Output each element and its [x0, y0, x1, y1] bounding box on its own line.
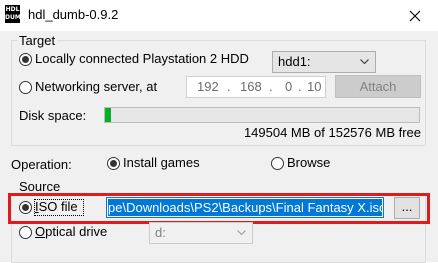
ip-dot: .	[298, 79, 302, 94]
close-button[interactable]	[392, 0, 438, 31]
title-bar: HDL DUMP hdl_dumb-0.9.2	[0, 0, 438, 31]
browse-radio[interactable]	[271, 157, 284, 170]
optical-drive-label[interactable]: Optical drive	[35, 224, 107, 239]
ip-address-field[interactable]: 192 . 168 . 0 . 10	[186, 76, 326, 98]
local-hdd-label[interactable]: Locally connected Playstation 2 HDD	[35, 51, 249, 66]
chevron-down-icon	[237, 230, 246, 236]
optical-drive-value: d:	[155, 225, 166, 240]
browse-label[interactable]: Browse	[287, 155, 330, 170]
network-radio[interactable]	[19, 81, 32, 94]
local-hdd-radio[interactable]	[19, 53, 32, 66]
ip-octet-4: 10	[307, 79, 322, 94]
ip-octet-3: 0	[285, 79, 293, 94]
operation-label: Operation:	[11, 157, 72, 172]
source-group-label: Source	[17, 179, 63, 194]
disk-free-text: 149504 MB of 152576 MB free	[243, 125, 421, 140]
ip-dot: .	[269, 79, 273, 94]
app-logo-icon: HDL DUMP	[5, 5, 26, 23]
highlight-box	[8, 193, 430, 224]
disk-space-bar-fill	[105, 108, 112, 122]
optical-drive-select[interactable]: d:	[149, 222, 253, 244]
client-area: Target Locally connected Playstation 2 H…	[0, 31, 438, 263]
chevron-down-icon	[360, 59, 369, 65]
ip-dot: .	[227, 79, 231, 94]
ip-octet-2: 168	[240, 79, 262, 94]
attach-button[interactable]: Attach	[335, 75, 421, 98]
optical-drive-radio[interactable]	[19, 226, 32, 239]
close-icon	[409, 10, 421, 21]
hdd-select[interactable]: hdd1:	[272, 51, 376, 73]
hdd-select-value: hdd1:	[278, 54, 311, 69]
install-games-radio[interactable]	[107, 157, 120, 170]
target-group-label: Target	[17, 33, 58, 48]
network-label[interactable]: Networking server, at	[35, 79, 157, 94]
disk-space-bar	[104, 107, 420, 123]
ip-octet-1: 192	[197, 79, 219, 94]
window-title: hdl_dumb-0.9.2	[28, 7, 119, 22]
disk-space-label: Disk space:	[19, 108, 87, 123]
install-games-label[interactable]: Install games	[123, 155, 200, 170]
